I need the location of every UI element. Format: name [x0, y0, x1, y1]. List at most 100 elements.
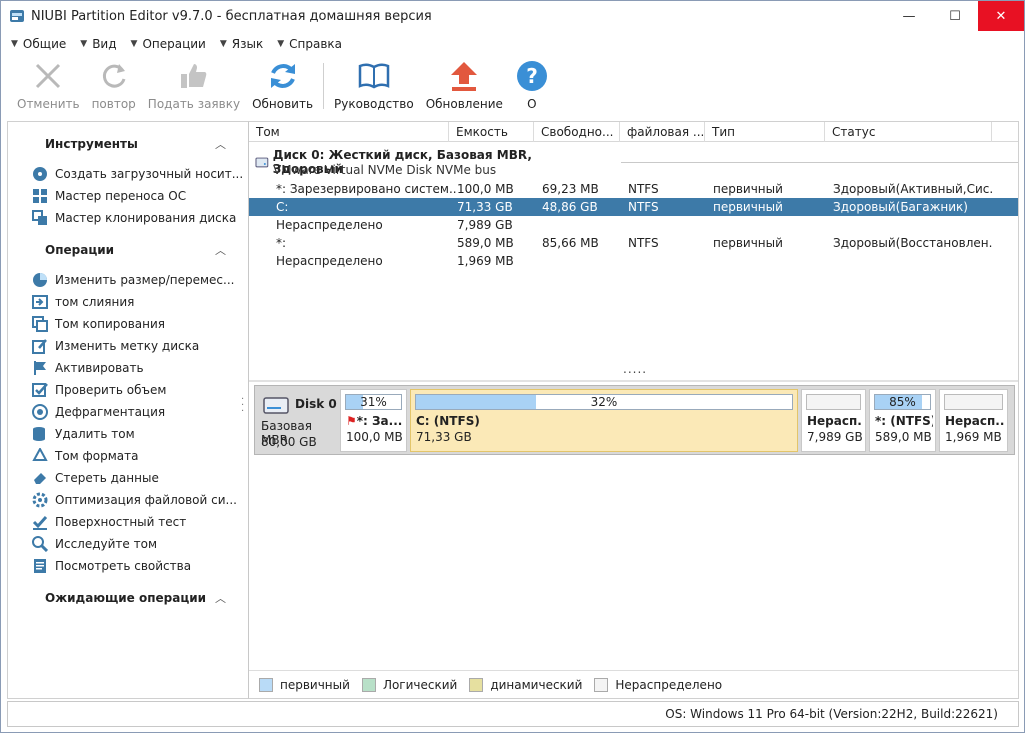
- legend-swatch: [259, 677, 273, 692]
- splitter-dots: .....: [623, 362, 648, 376]
- gear-icon: [32, 492, 48, 508]
- partition-name: *: (NTFS): [875, 414, 933, 428]
- chevron-up-icon: ︿: [215, 138, 226, 151]
- refresh-button[interactable]: Обновить: [246, 59, 319, 117]
- checkbox-icon: [32, 383, 48, 397]
- redo-icon: [102, 64, 126, 88]
- partition-block[interactable]: Нерасп... 1,969 MB: [939, 389, 1008, 452]
- about-button[interactable]: ? О: [509, 59, 555, 117]
- usage-percent: 31%: [360, 395, 387, 409]
- undo-button[interactable]: Отменить: [11, 59, 86, 117]
- col-status[interactable]: Статус: [825, 122, 992, 142]
- partition-block[interactable]: 31% ⚑*: За... 100,0 MB: [340, 389, 407, 452]
- partition-block[interactable]: Нерасп... 7,989 GB: [801, 389, 866, 452]
- sidebar-item-optimize[interactable]: Оптимизация файловой си...: [8, 489, 248, 511]
- tools-section-header[interactable]: Инструменты ︿: [8, 133, 248, 155]
- sidebar-item-resize[interactable]: Изменить размер/перемес...: [8, 269, 248, 291]
- sidebar-item-merge[interactable]: том слияния: [8, 291, 248, 313]
- col-volume[interactable]: Том: [249, 122, 449, 142]
- table-row-selected[interactable]: C: 71,33 GB 48,86 GB NTFS первичный Здор…: [249, 198, 1018, 216]
- sidebar-item-explore[interactable]: Исследуйте том: [8, 533, 248, 555]
- legend-logical: Логический: [361, 677, 457, 692]
- table-row[interactable]: *: Зарезервировано систем... 100,0 MB 69…: [249, 180, 1018, 198]
- operations-section-header[interactable]: Операции ︿: [8, 239, 248, 261]
- menu-general[interactable]: ▼ Общие: [11, 37, 66, 51]
- edit-icon: [32, 339, 47, 354]
- sidebar-item-check[interactable]: Проверить объем: [8, 379, 248, 401]
- merge-icon: [32, 295, 48, 309]
- guide-button[interactable]: Руководство: [328, 59, 420, 117]
- thumbs-up-icon: [180, 64, 207, 88]
- usage-percent: 32%: [590, 395, 618, 409]
- col-type[interactable]: Тип: [705, 122, 825, 142]
- close-button[interactable]: ✕: [978, 1, 1024, 31]
- defrag-icon: [32, 404, 48, 420]
- usage-percent: 85%: [889, 395, 916, 409]
- toolbar-separator: [323, 63, 325, 109]
- update-button[interactable]: Обновление: [420, 59, 509, 117]
- chevron-down-icon: ▼: [11, 39, 18, 49]
- usage-bar: 32%: [415, 394, 793, 410]
- splitter-grip[interactable]: · · ·: [241, 395, 244, 417]
- table-row[interactable]: *: 589,0 MB 85,66 MB NTFS первичный Здор…: [249, 234, 1018, 252]
- disk-map-info[interactable]: Disk 0 Базовая MBR 80,00 GB: [257, 388, 338, 452]
- sidebar-item-delete[interactable]: Удалить том: [8, 423, 248, 445]
- toolbar: Отменить повтор Подать заявку Обновить Р…: [1, 59, 1024, 117]
- sidebar-item-format[interactable]: Том формата: [8, 445, 248, 467]
- partition-name: ⚑*: За...: [346, 414, 403, 428]
- sidebar-item-bootable-media[interactable]: Создать загрузочный носит...: [8, 163, 248, 185]
- menu-operations[interactable]: ▼ Операции: [131, 37, 206, 51]
- document-icon: [34, 559, 46, 573]
- col-free[interactable]: Свободно...: [534, 122, 620, 142]
- partition-size: 7,989 GB: [807, 430, 863, 444]
- sidebar-item-defrag[interactable]: Дефрагментация: [8, 401, 248, 423]
- legend-dynamic: динамический: [469, 677, 582, 692]
- sidebar-item-copy[interactable]: Том копирования: [8, 313, 248, 335]
- copy-icon: [32, 316, 48, 332]
- database-icon: [33, 427, 45, 441]
- partition-block-selected[interactable]: 32% C: (NTFS) 71,33 GB: [410, 389, 798, 452]
- sidebar-item-activate[interactable]: Активировать: [8, 357, 248, 379]
- sidebar-item-label[interactable]: Изменить метку диска: [8, 335, 248, 357]
- refresh-icon: [270, 64, 295, 88]
- menu-bar: ▼ Общие ▼ Вид ▼ Операции ▼ Язык ▼ Справка: [1, 34, 356, 54]
- table-row[interactable]: Нераспределено 7,989 GB: [249, 216, 1018, 234]
- partition-block[interactable]: 85% *: (NTFS) 589,0 MB: [869, 389, 936, 452]
- window-title: NIUBI Partition Editor v9.7.0 - бесплатн…: [31, 8, 432, 24]
- col-filesystem[interactable]: файловая ...: [620, 122, 705, 142]
- sidebar-item-properties[interactable]: Посмотреть свойства: [8, 555, 248, 577]
- redo-button[interactable]: повтор: [86, 59, 142, 117]
- pending-section-header[interactable]: Ожидающие операции ︿: [8, 587, 248, 609]
- minimize-button[interactable]: —: [886, 1, 932, 31]
- chevron-down-icon: ▼: [80, 39, 88, 49]
- windows-icon: [33, 189, 47, 203]
- menu-help[interactable]: ▼ Справка: [277, 37, 342, 51]
- eraser-icon: [34, 473, 46, 484]
- disk-map-name: Disk 0: [295, 397, 337, 411]
- apply-button[interactable]: Подать заявку: [142, 59, 246, 117]
- partition-size: 71,33 GB: [416, 430, 472, 444]
- check-icon: [32, 516, 48, 530]
- usage-bar: 31%: [345, 394, 402, 410]
- sidebar-item-wipe[interactable]: Стереть данные: [8, 467, 248, 489]
- sidebar-item-os-migration[interactable]: Мастер переноса ОС: [8, 185, 248, 207]
- maximize-button[interactable]: ☐: [932, 1, 978, 31]
- partition-name: C: (NTFS): [416, 414, 480, 428]
- disk-subtitle: VMware Virtual NVMe Disk NVMe bus: [273, 163, 497, 177]
- clone-icon: [32, 210, 47, 225]
- menu-language[interactable]: ▼ Язык: [220, 37, 263, 51]
- col-capacity[interactable]: Емкость: [449, 122, 534, 142]
- chevron-down-icon: ▼: [130, 39, 138, 49]
- title-bar: NIUBI Partition Editor v9.7.0 - бесплатн…: [1, 1, 1024, 31]
- chevron-down-icon: ▼: [219, 39, 227, 49]
- menu-view[interactable]: ▼ Вид: [80, 37, 116, 51]
- disk-map: Disk 0 Базовая MBR 80,00 GB 31% ⚑*: За..…: [254, 385, 1015, 455]
- sidebar-item-surface-test[interactable]: Поверхностный тест: [8, 511, 248, 533]
- partition-size: 1,969 MB: [945, 430, 1002, 444]
- sidebar-item-disk-clone[interactable]: Мастер клонирования диска: [8, 207, 248, 229]
- app-window: NIUBI Partition Editor v9.7.0 - бесплатн…: [0, 0, 1025, 733]
- horizontal-splitter[interactable]: [249, 380, 1018, 382]
- table-row[interactable]: Нераспределено 1,969 MB: [249, 252, 1018, 270]
- hard-disk-icon: [263, 397, 289, 414]
- os-info: OS: Windows 11 Pro 64-bit (Version:22H2,…: [665, 707, 998, 721]
